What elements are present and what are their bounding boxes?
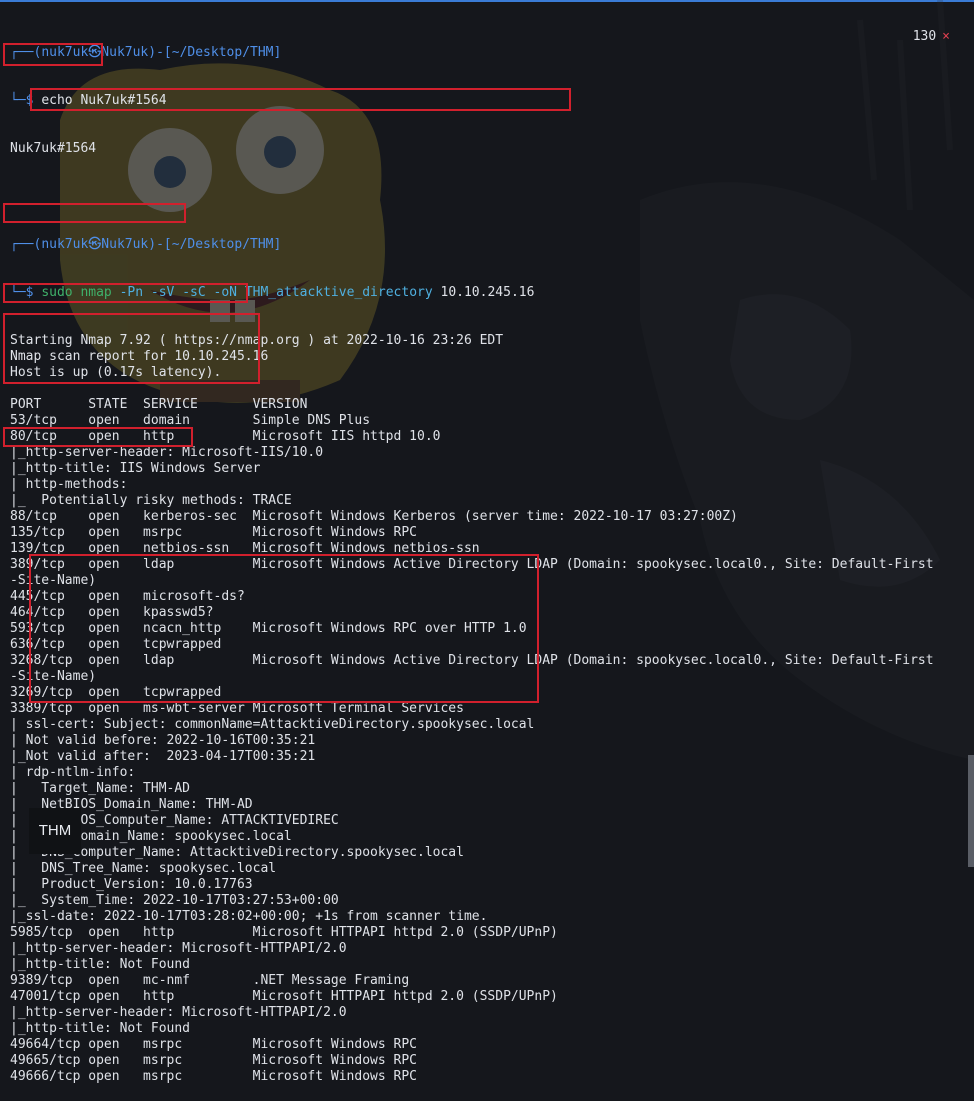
thm-badge: THM — [29, 808, 81, 854]
output-line: |_http-server-header: Microsoft-HTTPAPI/… — [10, 941, 347, 956]
nmap-target-ip: 10.10.245.16 — [440, 285, 535, 300]
output-line: 5985/tcp open http Microsoft HTTPAPI htt… — [10, 925, 558, 940]
highlight-box-port-3268 — [3, 427, 193, 447]
prompt-user: nuk7uk — [41, 237, 89, 252]
output-line: |_http-title: Not Found — [10, 1021, 191, 1036]
output-line: | Not valid before: 2022-10-16T00:35:21 — [10, 733, 316, 748]
echo-output-line: Nuk7uk#1564 — [10, 141, 97, 156]
prompt-sep-end: ] — [273, 45, 282, 60]
output-line: 3389/tcp open ms-wbt-server Microsoft Te… — [10, 701, 464, 716]
output-line: | NetBIOS_Domain_Name: THM-AD — [10, 797, 253, 812]
output-line: | DNS_Computer_Name: AttacktiveDirectory… — [10, 845, 464, 860]
output-line: | Target_Name: THM-AD — [10, 781, 191, 796]
terminal-scrollbar[interactable] — [968, 755, 974, 867]
output-line: 49665/tcp open msrpc Microsoft Windows R… — [10, 1053, 417, 1068]
output-line: |_ssl-date: 2022-10-17T03:28:02+00:00; +… — [10, 909, 488, 924]
highlight-box-port-88 — [3, 283, 248, 303]
prompt-at-icon: ㉿ — [88, 237, 102, 252]
highlight-box-ports-139-445 — [3, 313, 260, 384]
nmap-output-file: THM_attacktive_directory — [244, 285, 433, 300]
output-line: PORT STATE SERVICE VERSION — [10, 397, 308, 412]
output-line: |_ Potentially risky methods: TRACE — [10, 493, 292, 508]
output-line: 49664/tcp open msrpc Microsoft Windows R… — [10, 1037, 417, 1052]
output-line: | DNS_Domain_Name: spookysec.local — [10, 829, 292, 844]
output-line: |_http-server-header: Microsoft-HTTPAPI/… — [10, 1005, 347, 1020]
prompt-line: ┌──(nuk7uk㉿Nuk7uk)-[~/Desktop/THM] — [10, 237, 974, 253]
highlight-box-port-80 — [3, 203, 186, 223]
prompt-sep: )-[ — [148, 45, 172, 60]
output-line: 47001/tcp open http Microsoft HTTPAPI ht… — [10, 989, 558, 1004]
window-top-border — [0, 0, 974, 2]
output-line: |_ System_Time: 2022-10-17T03:27:53+00:0… — [10, 893, 339, 908]
highlight-box-rdp-info — [29, 554, 539, 703]
output-line: 49666/tcp open msrpc Microsoft Windows R… — [10, 1069, 417, 1084]
highlight-box-echo-output — [3, 43, 103, 66]
error-x-icon: × — [942, 29, 950, 44]
exit-code: 130 — [912, 29, 937, 44]
prompt-sep: )-[ — [148, 237, 172, 252]
highlight-box-nmap-command — [30, 88, 571, 111]
prompt-host: Nuk7uk — [101, 237, 149, 252]
output-line: | http-methods: — [10, 477, 128, 492]
prompt-path: ~/Desktop/THM — [171, 45, 274, 60]
output-line: 9389/tcp open mc-nmf .NET Message Framin… — [10, 973, 410, 988]
prompt-path: ~/Desktop/THM — [171, 237, 274, 252]
output-line: | ssl-cert: Subject: commonName=Attackti… — [10, 717, 535, 732]
output-line: | Product_Version: 10.0.17763 — [10, 877, 253, 892]
output-line: 88/tcp open kerberos-sec Microsoft Windo… — [10, 509, 738, 524]
output-line: |_http-server-header: Microsoft-IIS/10.0 — [10, 445, 324, 460]
output-line: |_http-title: Not Found — [10, 957, 191, 972]
output-line: | DNS_Tree_Name: spookysec.local — [10, 861, 277, 876]
prompt-sep-end: ] — [273, 237, 282, 252]
exit-status: 130 × — [913, 29, 950, 44]
output-line: |_Not valid after: 2023-04-17T00:35:21 — [10, 749, 316, 764]
output-line: 135/tcp open msrpc Microsoft Windows RPC — [10, 525, 417, 540]
prompt-line: ┌──(nuk7uk㉿Nuk7uk)-[~/Desktop/THM] — [10, 45, 974, 61]
output-line: |_http-title: IIS Windows Server — [10, 461, 261, 476]
output-line: | NetBIOS_Computer_Name: ATTACKTIVEDIREC — [10, 813, 339, 828]
prompt-prefix: ┌──( — [10, 237, 42, 252]
prompt-host: Nuk7uk — [101, 45, 149, 60]
output-line: | rdp-ntlm-info: — [10, 765, 136, 780]
